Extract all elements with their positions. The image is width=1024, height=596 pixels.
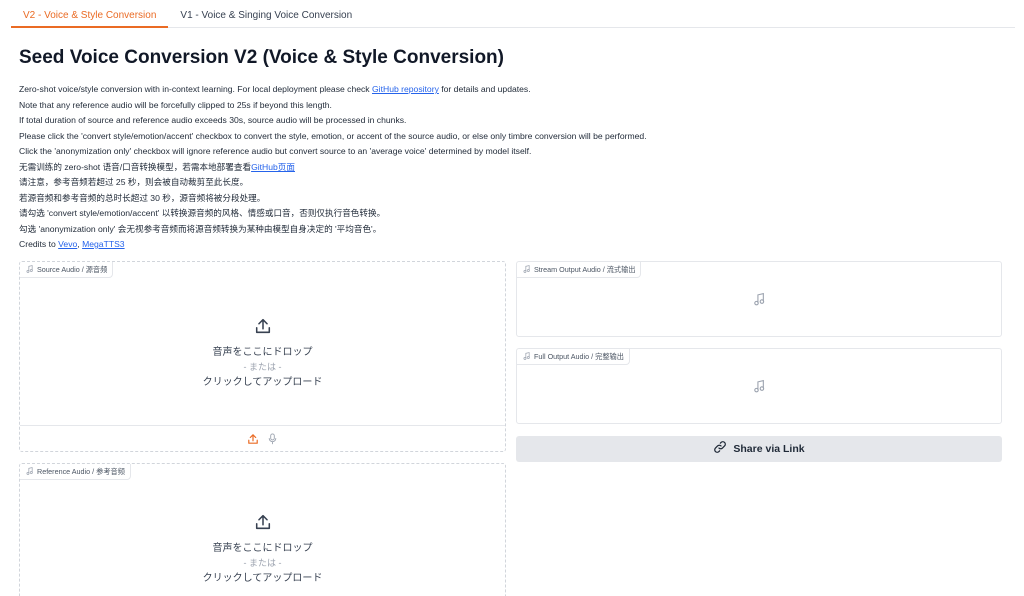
music-note-icon	[26, 466, 33, 477]
link-icon	[713, 440, 727, 459]
full-output-label: Full Output Audio / 完整输出	[517, 349, 630, 365]
click-upload-text: クリックしてアップロード	[202, 572, 323, 584]
github-page-link[interactable]: GitHub页面	[251, 162, 295, 172]
desc-line: Please click the 'convert style/emotion/…	[19, 130, 647, 141]
full-output-panel: Full Output Audio / 完整输出	[516, 348, 1002, 424]
tab-v1[interactable]: V1 - Voice & Singing Voice Conversion	[168, 4, 364, 28]
vevo-link[interactable]: Vevo	[58, 239, 77, 249]
share-via-link-button[interactable]: Share via Link	[516, 436, 1002, 462]
or-text: - または -	[243, 557, 282, 568]
or-text: - または -	[243, 361, 282, 372]
credits-line: Credits to Vevo, MegaTTS3	[19, 239, 125, 249]
reference-audio-panel: Reference Audio / 参考音频 音声をここにドロップ - または …	[19, 463, 506, 596]
desc-line: Note that any reference audio will be fo…	[19, 99, 332, 110]
desc-line: 请注意，参考音频若超过 25 秒，则会被自动裁剪至此长度。	[19, 177, 249, 187]
source-audio-panel: Source Audio / 源音频 音声をここにドロップ - または - クリ…	[19, 261, 506, 452]
desc-line: If total duration of source and referenc…	[19, 115, 407, 125]
tab-bar: V2 - Voice & Style Conversion V1 - Voice…	[11, 4, 1015, 28]
description: Zero-shot voice/style conversion with in…	[19, 82, 1009, 253]
drop-text: 音声をここにドロップ	[212, 346, 313, 358]
page-title: Seed Voice Conversion V2 (Voice & Style …	[19, 47, 504, 68]
reference-audio-dropzone[interactable]: 音声をここにドロップ - または - クリックしてアップロード	[20, 512, 505, 587]
music-note-icon	[523, 264, 530, 275]
source-audio-dropzone[interactable]: 音声をここにドロップ - または - クリックしてアップロード	[20, 282, 505, 425]
desc-line: 无需训练的 zero-shot 语音/口音转换模型，若需本地部署查看GitHub…	[19, 161, 295, 172]
music-note-icon	[26, 264, 33, 275]
upload-icon	[254, 513, 272, 536]
reference-audio-label: Reference Audio / 参考音频	[20, 464, 131, 480]
source-audio-toolbar	[20, 425, 505, 451]
desc-line: 请勾选 'convert style/emotion/accent' 以转换源音…	[19, 208, 386, 218]
upload-icon	[254, 317, 272, 340]
github-repository-link[interactable]: GitHub repository	[372, 84, 439, 94]
click-upload-text: クリックしてアップロード	[202, 376, 323, 388]
desc-line: 勾选 'anonymization only' 会无视参考音频而将源音频转换为某…	[19, 223, 382, 234]
stream-output-label: Stream Output Audio / 流式输出	[517, 262, 642, 278]
desc-line: Click the 'anonymization only' checkbox …	[19, 146, 532, 156]
music-note-icon	[753, 379, 765, 398]
microphone-icon[interactable]	[267, 432, 278, 445]
upload-icon[interactable]	[247, 433, 259, 445]
desc-line: 若源音频和参考音频的总时长超过 30 秒，源音频将被分段处理。	[19, 192, 266, 203]
drop-text: 音声をここにドロップ	[212, 542, 313, 554]
source-audio-label: Source Audio / 源音频	[20, 262, 114, 278]
desc-line: Zero-shot voice/style conversion with in…	[19, 84, 531, 94]
music-note-icon	[523, 351, 530, 362]
tab-v2[interactable]: V2 - Voice & Style Conversion	[11, 4, 169, 28]
share-button-label: Share via Link	[733, 443, 805, 455]
music-note-icon	[753, 292, 765, 311]
megatts3-link[interactable]: MegaTTS3	[82, 239, 125, 249]
stream-output-panel: Stream Output Audio / 流式输出	[516, 261, 1002, 337]
